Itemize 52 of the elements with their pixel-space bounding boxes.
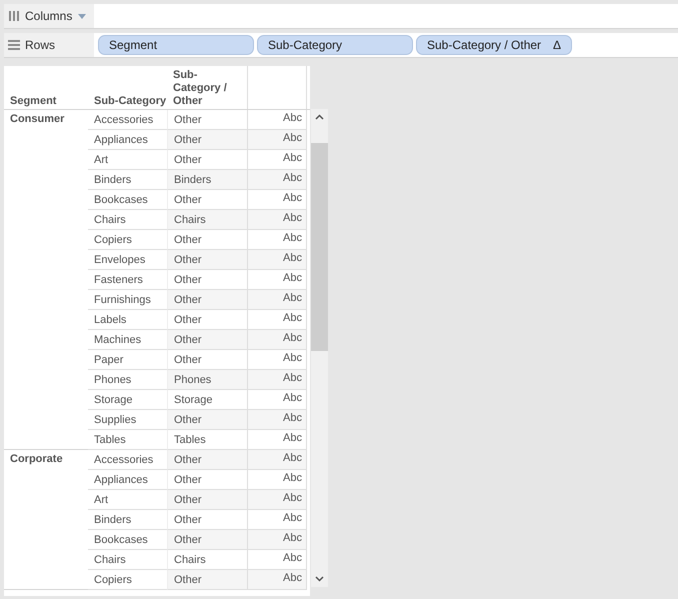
other-cell: Other — [167, 450, 247, 470]
sub-category-cell: Storage — [88, 390, 167, 410]
column-header: Sub-Category / Other — [172, 69, 228, 109]
sub-category-cell: Labels — [88, 310, 167, 330]
value-cell: Abc — [247, 290, 307, 310]
column-header: Sub-Category — [93, 95, 167, 109]
sub-category-cell: Bookcases — [88, 190, 167, 210]
scrollbar-thumb[interactable] — [311, 143, 328, 351]
sub-category-cell: Tables — [88, 430, 167, 450]
value-cell: Abc — [247, 130, 307, 150]
sub-category-cell: Copiers — [88, 230, 167, 250]
value-cell: Abc — [247, 210, 307, 230]
field-pill[interactable]: Sub-Category — [257, 35, 413, 55]
other-cell: Other — [167, 290, 247, 310]
other-cell: Chairs — [167, 210, 247, 230]
sub-category-cell: Chairs — [88, 550, 167, 570]
sub-category-cell: Binders — [88, 510, 167, 530]
other-cell: Other — [167, 330, 247, 350]
value-cell: Abc — [247, 530, 307, 550]
sub-category-cell: Appliances — [88, 470, 167, 490]
field-pill[interactable]: Segment — [98, 35, 254, 55]
rows-icon — [8, 40, 20, 50]
sub-category-cell: Accessories — [88, 110, 167, 130]
other-cell: Other — [167, 530, 247, 550]
value-cell: Abc — [247, 570, 307, 590]
value-cell: Abc — [247, 250, 307, 270]
sub-category-cell: Fasteners — [88, 270, 167, 290]
other-cell: Other — [167, 250, 247, 270]
field-pill[interactable]: Sub-Category / Other Δ — [416, 35, 572, 55]
value-cell: Abc — [247, 410, 307, 430]
other-cell: Other — [167, 130, 247, 150]
column-header: Segment — [9, 95, 58, 109]
value-cell: Abc — [247, 170, 307, 190]
value-cell: Abc — [247, 490, 307, 510]
segment-label: Corporate — [10, 453, 63, 465]
other-cell: Phones — [167, 370, 247, 390]
other-cell: Other — [167, 490, 247, 510]
dropdown-caret-icon[interactable] — [78, 14, 86, 18]
sub-category-cell: Art — [88, 150, 167, 170]
segment-label: Consumer — [10, 113, 64, 125]
value-cell: Abc — [247, 370, 307, 390]
scrollbar[interactable] — [311, 109, 328, 587]
other-cell: Binders — [167, 170, 247, 190]
value-cell: Abc — [247, 330, 307, 350]
value-cell: Abc — [247, 450, 307, 470]
sub-category-cell: Paper — [88, 350, 167, 370]
shelf-label: Columns — [25, 9, 72, 23]
columns-icon — [8, 11, 20, 21]
other-cell: Other — [167, 410, 247, 430]
delta-icon: Δ — [552, 38, 561, 52]
shelf-label: Rows — [25, 38, 56, 52]
other-cell: Other — [167, 570, 247, 590]
